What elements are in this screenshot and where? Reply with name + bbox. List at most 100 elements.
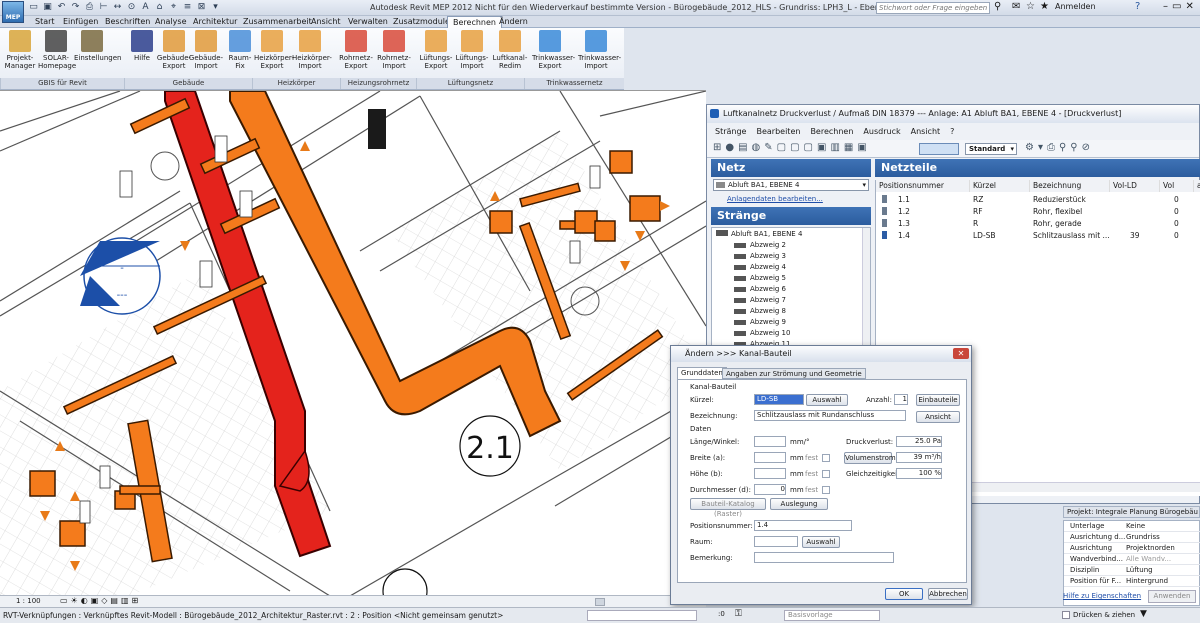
favorites-icon[interactable]: ★ [1040, 1, 1049, 12]
minimize-icon[interactable]: – [1163, 1, 1168, 12]
tree-item[interactable]: Abzweig 6 [734, 285, 786, 293]
bemerkung-input[interactable] [754, 552, 894, 563]
menu-item-2[interactable]: Berechnen [810, 125, 853, 139]
horizontal-scrollbar-thumb[interactable] [595, 598, 605, 606]
ribbon-button-water-import[interactable]: Trinkwasser- Import [578, 30, 621, 78]
toolbar-icons-right[interactable]: ⚙▾⎙⚲⚲⊘ [1025, 142, 1094, 153]
column-header[interactable]: Positionsnummer [876, 180, 970, 192]
tab-architektur[interactable]: Architektur [188, 16, 242, 28]
menu-item-0[interactable]: Stränge [715, 125, 746, 139]
ok-button[interactable]: OK [885, 588, 923, 600]
tree-root[interactable]: Abluft BA1, EBENE 4 [716, 230, 802, 238]
cancel-button[interactable]: Abbrechen [928, 588, 968, 600]
durchmesser-fest-checkbox[interactable] [822, 486, 830, 494]
ribbon-button-pipe-export[interactable]: Rohrnetz- Export [338, 30, 374, 78]
subscription-icon[interactable]: ✉ [1012, 1, 1020, 12]
open-icon[interactable]: ▭ [28, 2, 39, 13]
ribbon-button-duct-import[interactable]: Lüftungs- Import [454, 30, 490, 78]
property-row[interactable]: Disziplin Lüftung [1064, 565, 1200, 576]
property-row[interactable]: Ausrichtung Projektnorden [1064, 543, 1200, 554]
help-icon[interactable]: ? [1135, 1, 1140, 12]
sign-in-button[interactable]: Anmelden [1055, 2, 1096, 11]
view-controls-icons[interactable]: ▭☀◐▣◇▤▥⊞ [60, 596, 141, 605]
section-icon[interactable]: ⌖ [168, 2, 179, 13]
workset-select[interactable] [587, 610, 697, 621]
ribbon-button-help[interactable]: Hilfe [124, 30, 160, 78]
save-icon[interactable]: ▣ [42, 2, 53, 13]
toolbar-toggle-group[interactable] [919, 143, 959, 155]
dimension-icon[interactable]: ↔ [112, 2, 123, 13]
column-header[interactable]: Kürzel [970, 180, 1030, 192]
tree-item[interactable]: Abzweig 10 [734, 329, 790, 337]
table-row[interactable]: 1.4 LD-SB Schlitzauslass mit ... 39 0 [876, 230, 1200, 241]
ribbon-button-building-export[interactable]: Gebäude- Export [156, 30, 192, 78]
gleichzeitigkeit-input[interactable]: 100 % [896, 468, 942, 479]
hoehe-input[interactable] [754, 468, 786, 479]
laenge-input[interactable] [754, 436, 786, 447]
breite-input[interactable] [754, 452, 786, 463]
ribbon-button-duct-export[interactable]: Lüftungs- Export [418, 30, 454, 78]
tree-item[interactable]: Abzweig 5 [734, 274, 786, 282]
binoculars-icon[interactable]: ⚲ [994, 1, 1001, 12]
text-icon[interactable]: A [140, 2, 151, 13]
maximize-icon[interactable]: ▭ [1172, 1, 1181, 12]
apply-button[interactable]: Anwenden [1148, 590, 1196, 603]
toolbar-icons[interactable]: ⊞●▤◍✎▢▢▢▣▥▦▣ [713, 142, 871, 153]
dropdown-icon[interactable]: ▾ [210, 2, 221, 13]
tree-scrollbar[interactable] [862, 228, 870, 346]
tab-verwalten[interactable]: Verwalten [343, 16, 393, 28]
undo-icon[interactable]: ↶ [56, 2, 67, 13]
einbauteile-button[interactable]: Einbauteile [916, 394, 960, 406]
menu-item-1[interactable]: Bearbeiten [756, 125, 800, 139]
tab-beschriften[interactable]: Beschriften [100, 16, 155, 28]
property-row[interactable]: Ausrichtung d... Grundriss [1064, 532, 1200, 543]
tree-item[interactable]: Abzweig 9 [734, 318, 786, 326]
design-option-select[interactable]: Basisvorlage [784, 610, 880, 621]
ribbon-button-gears[interactable]: Einstellungen [74, 30, 121, 78]
tree-item[interactable]: Abzweig 2 [734, 241, 786, 249]
property-row[interactable]: Wandverbind... Alle Wandv... [1064, 554, 1200, 565]
table-row[interactable]: 1.1 RZ Reduzierstück 0 [876, 194, 1200, 205]
tab-zusatzmodule[interactable]: Zusatzmodule [388, 16, 455, 28]
auslegung-button[interactable]: Auslegung [770, 498, 828, 510]
help-search-input[interactable]: Stichwort oder Frage eingeben [876, 2, 990, 14]
bezeichnung-input[interactable]: Schlitzauslass mit Rundanschluss [754, 410, 906, 421]
tab-einfügen[interactable]: Einfügen [58, 16, 103, 28]
tree-item[interactable]: Abzweig 3 [734, 252, 786, 260]
column-header[interactable]: a [1194, 180, 1200, 192]
tab-analyse[interactable]: Analyse [150, 16, 192, 28]
volumenstrom-button[interactable]: Volumenstrom: [844, 452, 898, 464]
tree-item[interactable]: Abzweig 8 [734, 307, 786, 315]
print-icon[interactable]: ⎙ [84, 2, 95, 13]
ribbon-button-radiator-export[interactable]: Heizkörper- Export [254, 30, 294, 78]
property-row[interactable]: Unterlage Keine [1064, 521, 1200, 532]
tab-zusammenarbeit[interactable]: Zusammenarbeit [238, 16, 317, 28]
tree-item[interactable]: Abzweig 4 [734, 263, 786, 271]
anzahl-input[interactable]: 1 [894, 394, 908, 405]
menu-item-5[interactable]: ? [950, 125, 954, 139]
tab-ändern[interactable]: Ändern [494, 16, 533, 28]
close-icon[interactable]: ✕ [1185, 1, 1193, 12]
column-header[interactable]: Vol-LD [1110, 180, 1160, 192]
edit-system-data-link[interactable]: Anlagendaten bearbeiten... [727, 195, 823, 203]
kuerzel-auswahl-button[interactable]: Auswahl [806, 394, 848, 406]
bauteil-katalog-button[interactable]: Bauteil-Katalog (Raster) [690, 498, 766, 518]
communication-icon[interactable]: ☆ [1026, 1, 1035, 12]
3d-view-icon[interactable]: ⌂ [154, 2, 165, 13]
table-row[interactable]: 1.2 RF Rohr, flexibel 0 [876, 206, 1200, 217]
room-tag[interactable]: 2.1 [459, 415, 521, 477]
table-row[interactable]: 1.3 R Rohr, gerade 0 [876, 218, 1200, 229]
thin-lines-icon[interactable]: ≡ [182, 2, 193, 13]
drawing-canvas[interactable]: - --- 2.1 [0, 90, 706, 595]
ribbon-button-building-import[interactable]: Gebäude- Import [188, 30, 224, 78]
kuerzel-input[interactable]: LD-SB [754, 394, 804, 405]
tab-grunddaten[interactable]: Grunddaten [677, 367, 727, 379]
menu-item-4[interactable]: Ansicht [911, 125, 941, 139]
druckverlust-input[interactable]: 25.0 Pa [896, 436, 942, 447]
ribbon-button-water-export[interactable]: Trinkwasser- Export [532, 30, 575, 78]
ribbon-button-folder[interactable]: Projekt- Manager [2, 30, 38, 78]
measure-icon[interactable]: ⊢ [98, 2, 109, 13]
tab-ansicht[interactable]: Ansicht [306, 16, 346, 28]
positionsnummer-input[interactable]: 1.4 [754, 520, 852, 531]
properties-help-link[interactable]: Hilfe zu Eigenschaften [1063, 592, 1141, 600]
